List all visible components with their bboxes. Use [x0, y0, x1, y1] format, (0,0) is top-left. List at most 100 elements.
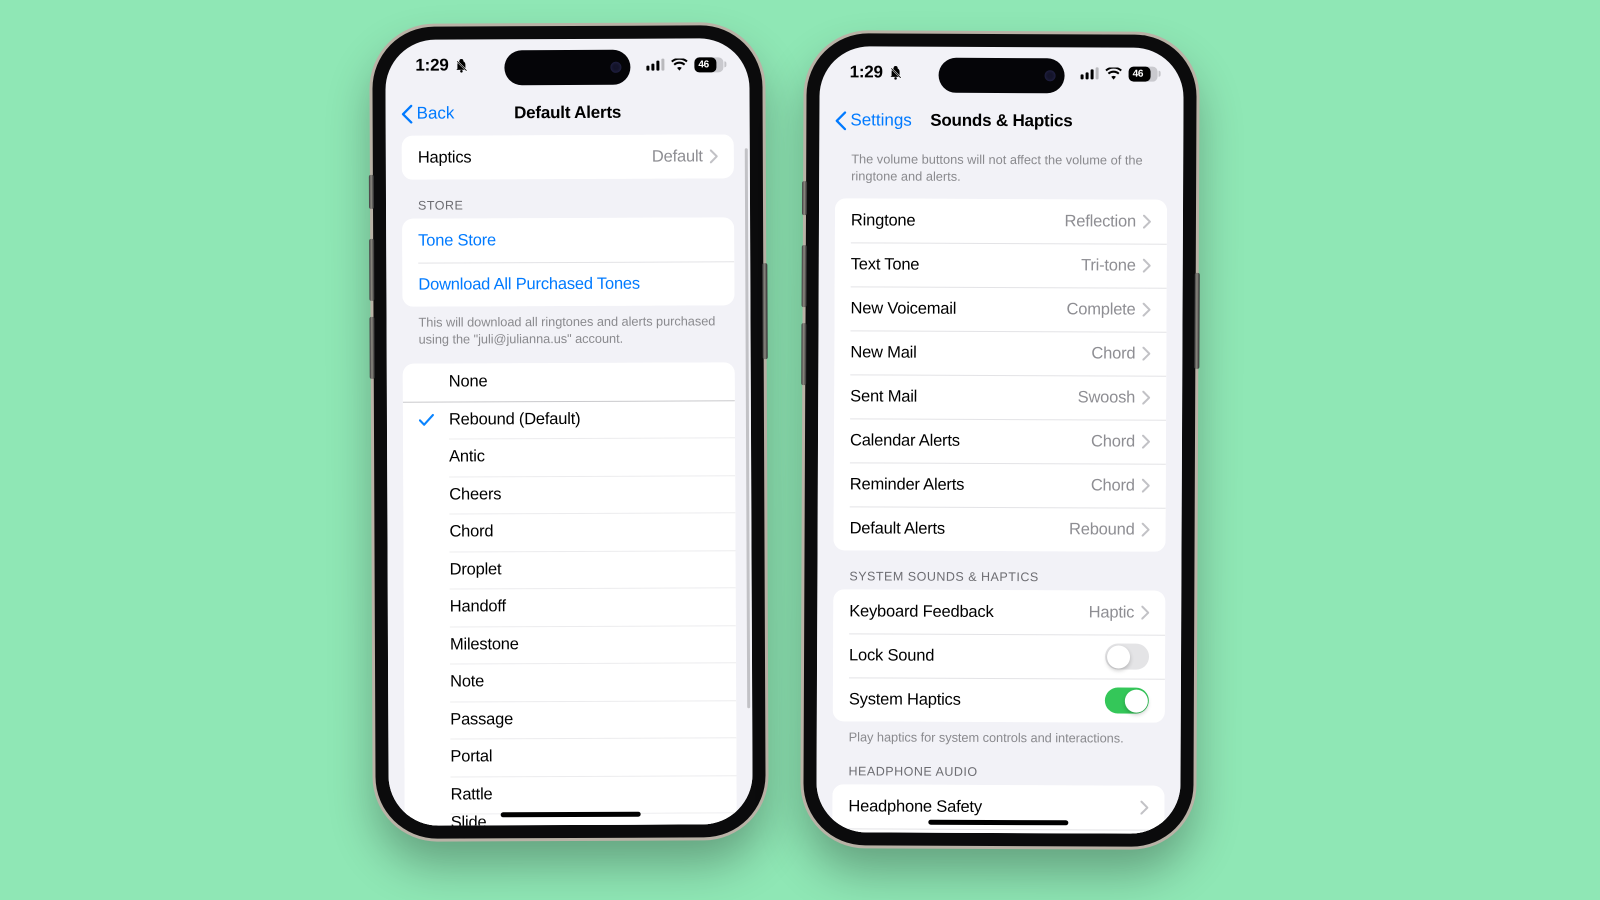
chevron-right-icon [1140, 800, 1149, 815]
tone-row[interactable]: Note [404, 662, 737, 702]
left-content: Haptics Default STORE Tone Store Downloa… [385, 134, 753, 826]
right-content: The volume buttons will not affect the v… [816, 142, 1184, 834]
row-system-haptics[interactable]: System Haptics [832, 677, 1165, 724]
row-lock-sound[interactable]: Lock Sound [832, 633, 1166, 680]
row-value: Reflection [1064, 212, 1136, 231]
volume-down-button[interactable] [369, 316, 375, 379]
chevron-right-icon [1141, 478, 1150, 493]
system-haptics-toggle[interactable] [1104, 687, 1149, 714]
screenshot-stage: 1:29 46 Back Default Alerts Haptics Defa… [0, 0, 1600, 900]
row-label: Calendar Alerts [849, 431, 960, 450]
right-scroll-area[interactable]: The volume buttons will not affect the v… [816, 142, 1183, 834]
power-button[interactable] [762, 263, 768, 360]
power-button[interactable] [1194, 272, 1200, 369]
store-group: Tone Store Download All Purchased Tones [402, 217, 735, 307]
chevron-right-icon [1141, 522, 1150, 537]
chevron-right-icon [1142, 346, 1151, 361]
sounds-group: Ringtone Reflection Text Tone Tri-tone New V… [833, 198, 1168, 553]
back-button-label: Back [416, 103, 455, 123]
left-scroll-area[interactable]: Haptics Default STORE Tone Store Downloa… [386, 134, 753, 826]
row-keyboard-feedback[interactable]: Keyboard Feedback Haptic [833, 589, 1166, 636]
dynamic-island [938, 57, 1065, 94]
status-left-group: 1:29 [415, 55, 469, 75]
battery-indicator: 46 [1128, 66, 1161, 82]
volume-buttons-note: The volume buttons will not affect the v… [851, 151, 1143, 184]
wifi-icon [671, 57, 688, 71]
battery-level: 46 [698, 58, 709, 70]
system-group: Keyboard Feedback Haptic Lock Sound Syst… [832, 589, 1166, 724]
row-label: Reminder Alerts [849, 475, 965, 494]
row-keyboard-feedback-label: Keyboard Feedback [849, 602, 994, 621]
row-value: Chord [1091, 344, 1136, 363]
tone-selected-checkmark [403, 413, 449, 426]
tone-row[interactable]: Passage [404, 699, 737, 739]
row-sound-sent-mail[interactable]: Sent Mail Swoosh [834, 374, 1167, 421]
headphone-section-header: HEADPHONE AUDIO [848, 764, 978, 780]
battery-tip [1158, 70, 1161, 77]
volume-up-button[interactable] [801, 245, 807, 308]
tone-row-none[interactable]: None [402, 362, 735, 402]
tone-row[interactable]: Cheers [403, 474, 736, 514]
clock: 1:29 [415, 55, 449, 75]
tone-label: Antic [449, 447, 485, 466]
row-sound-default-alerts[interactable]: Default Alerts Rebound [833, 506, 1166, 553]
row-sound-reminder-alerts[interactable]: Reminder Alerts Chord [833, 462, 1166, 509]
tone-label: Slide [450, 813, 487, 826]
row-sound-new-mail[interactable]: New Mail Chord [834, 330, 1167, 377]
row-sound-ringtone[interactable]: Ringtone Reflection [834, 198, 1168, 245]
row-sound-new-voicemail[interactable]: New Voicemail Complete [834, 286, 1167, 333]
tone-label: Milestone [449, 635, 519, 654]
row-tone-store-label: Tone Store [418, 230, 497, 250]
action-button[interactable] [368, 174, 375, 209]
tone-row[interactable]: Portal [404, 737, 737, 777]
store-section-footer: This will download all ringtones and ale… [418, 313, 716, 347]
checkmark-icon [418, 413, 434, 426]
row-haptics[interactable]: Haptics Default [401, 134, 734, 180]
tone-row[interactable]: Rattle [404, 774, 737, 814]
cellular-bars-icon [1080, 67, 1099, 80]
volume-down-button[interactable] [801, 323, 807, 386]
status-right-group: 46 [1080, 66, 1161, 82]
back-button[interactable]: Back [401, 103, 455, 124]
row-download-all-purchased-tones[interactable]: Download All Purchased Tones [402, 261, 735, 307]
row-label: New Voicemail [850, 299, 957, 318]
row-value: Rebound [1068, 520, 1135, 539]
tone-label: Rattle [450, 785, 493, 804]
right-screen: 1:29 46 Settings Sounds & Haptics The vo… [816, 46, 1184, 834]
clock: 1:29 [849, 62, 883, 82]
home-indicator[interactable] [500, 811, 641, 818]
row-value: Swoosh [1077, 388, 1136, 407]
front-camera-icon [1044, 70, 1056, 82]
chevron-right-icon [1142, 214, 1151, 229]
row-sound-text-tone[interactable]: Text Tone Tri-tone [834, 242, 1167, 289]
row-label: Ringtone [850, 211, 916, 230]
back-button-settings[interactable]: Settings [835, 110, 912, 130]
tone-label: Note [450, 672, 485, 691]
battery-level: 46 [1132, 68, 1144, 80]
tone-row[interactable]: Milestone [403, 624, 737, 664]
tone-row[interactable]: Droplet [403, 549, 736, 589]
row-system-haptics-label: System Haptics [848, 690, 961, 709]
tone-row[interactable]: Rebound (Default) [402, 399, 736, 439]
volume-up-button[interactable] [369, 238, 375, 301]
left-screen: 1:29 46 Back Default Alerts Haptics Defa… [385, 38, 753, 826]
row-haptics-label: Haptics [417, 147, 472, 167]
nav-bar-right: Settings Sounds & Haptics [819, 98, 1184, 144]
row-sound-calendar-alerts[interactable]: Calendar Alerts Chord [833, 418, 1167, 465]
lock-sound-toggle[interactable] [1104, 643, 1150, 670]
row-tone-store[interactable]: Tone Store [402, 217, 735, 263]
tone-row[interactable]: Antic [403, 437, 736, 477]
row-lock-sound-label: Lock Sound [849, 646, 935, 665]
row-personalized-spatial-audio[interactable]: Personalized Spatial AudioOn [832, 828, 1165, 834]
action-button[interactable] [801, 181, 808, 216]
phone-left-default-alerts: 1:29 46 Back Default Alerts Haptics Defa… [368, 25, 768, 839]
row-label: New Mail [850, 343, 917, 362]
tone-row[interactable]: Chord [403, 512, 736, 552]
tone-list: Rebound (Default) Antic Cheers Chord Droplet… [402, 399, 737, 826]
tone-row[interactable]: Handoff [403, 587, 736, 627]
wifi-icon [1105, 66, 1122, 80]
system-section-header: SYSTEM SOUNDS & HAPTICS [849, 569, 1039, 585]
row-keyboard-feedback-value: Haptic [1088, 603, 1135, 622]
row-label: Sent Mail [850, 387, 918, 406]
home-indicator[interactable] [928, 819, 1069, 826]
